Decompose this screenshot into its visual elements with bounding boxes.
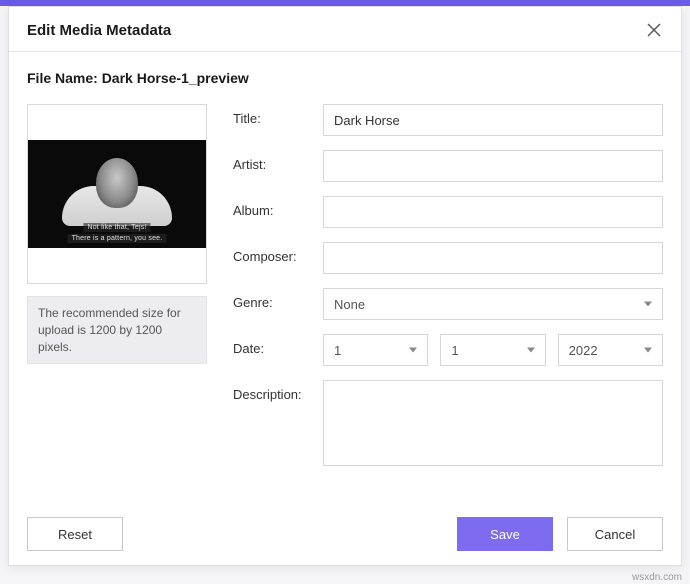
title-input[interactable]	[323, 104, 663, 136]
form-column: Title: Artist: Album:	[233, 104, 663, 485]
chevron-down-icon	[644, 348, 652, 353]
artist-input[interactable]	[323, 150, 663, 182]
thumbnail-image: Not like that, Tejs! There is a pattern,…	[28, 140, 206, 248]
genre-label: Genre:	[233, 288, 323, 310]
footer-right-group: Save Cancel	[457, 517, 663, 551]
filename-label: File Name: Dark Horse-1_preview	[27, 70, 663, 86]
album-label: Album:	[233, 196, 323, 218]
genre-row: Genre: None	[233, 288, 663, 320]
description-row: Description:	[233, 380, 663, 471]
reset-button[interactable]: Reset	[27, 517, 123, 551]
genre-value: None	[334, 297, 365, 312]
title-row: Title:	[233, 104, 663, 136]
album-row: Album:	[233, 196, 663, 228]
composer-row: Composer:	[233, 242, 663, 274]
date-year-value: 2022	[569, 343, 598, 358]
date-day-select[interactable]: 1	[323, 334, 428, 366]
date-day-value: 1	[334, 343, 341, 358]
cancel-button[interactable]: Cancel	[567, 517, 663, 551]
chevron-down-icon	[409, 348, 417, 353]
artist-row: Artist:	[233, 150, 663, 182]
edit-metadata-dialog: Edit Media Metadata File Name: Dark Hors…	[8, 6, 682, 566]
date-year-select[interactable]: 2022	[558, 334, 663, 366]
close-icon	[647, 23, 661, 37]
date-month-select[interactable]: 1	[440, 334, 545, 366]
album-input[interactable]	[323, 196, 663, 228]
date-label: Date:	[233, 334, 323, 356]
upload-recommendation: The recommended size for upload is 1200 …	[27, 296, 207, 364]
dialog-title: Edit Media Metadata	[27, 22, 171, 39]
chevron-down-icon	[644, 302, 652, 307]
description-label: Description:	[233, 380, 323, 402]
dialog-footer: Reset Save Cancel	[9, 507, 681, 565]
composer-label: Composer:	[233, 242, 323, 264]
artist-label: Artist:	[233, 150, 323, 172]
composer-input[interactable]	[323, 242, 663, 274]
thumbnail-box[interactable]: Not like that, Tejs! There is a pattern,…	[27, 104, 207, 284]
chevron-down-icon	[527, 348, 535, 353]
dialog-body: File Name: Dark Horse-1_preview Not like…	[9, 52, 681, 507]
save-button[interactable]: Save	[457, 517, 553, 551]
close-button[interactable]	[645, 21, 663, 39]
subtitle-line-2: There is a pattern, you see.	[68, 234, 167, 243]
description-input[interactable]	[323, 380, 663, 466]
content-row: Not like that, Tejs! There is a pattern,…	[27, 104, 663, 485]
preview-column: Not like that, Tejs! There is a pattern,…	[27, 104, 207, 485]
date-month-value: 1	[451, 343, 458, 358]
date-row: Date: 1 1 2022	[233, 334, 663, 366]
dialog-header: Edit Media Metadata	[9, 7, 681, 52]
watermark: wsxdn.com	[632, 572, 682, 583]
genre-select[interactable]: None	[323, 288, 663, 320]
subtitle-line-1: Not like that, Tejs!	[83, 223, 150, 232]
title-label: Title:	[233, 104, 323, 126]
